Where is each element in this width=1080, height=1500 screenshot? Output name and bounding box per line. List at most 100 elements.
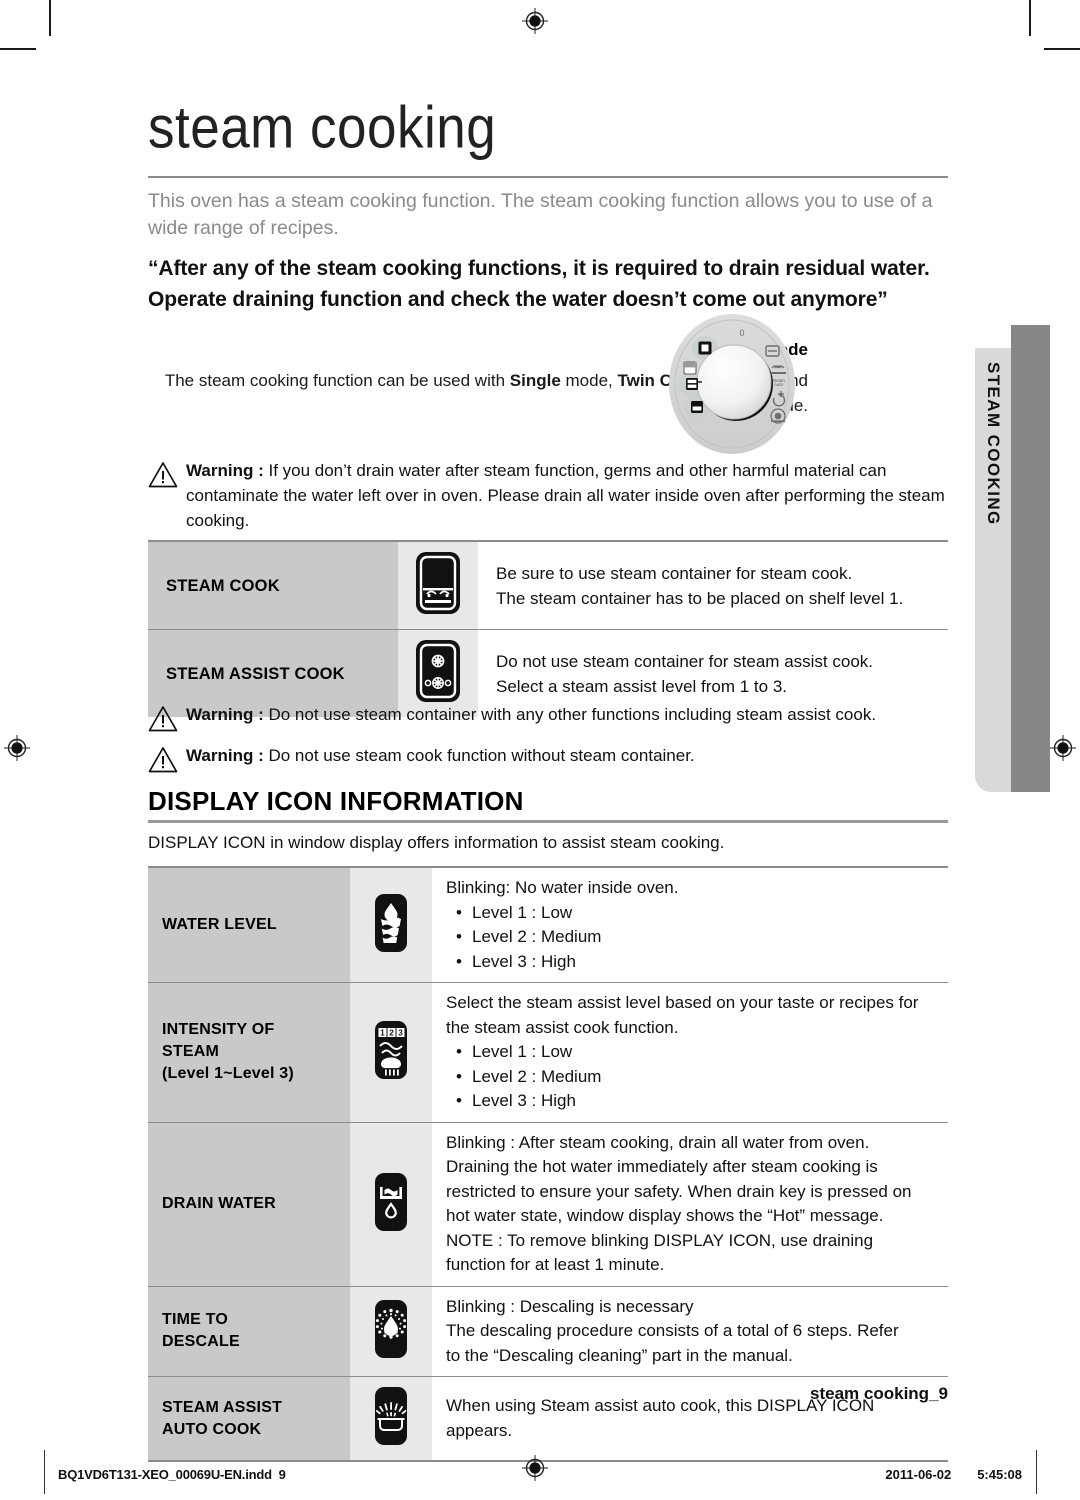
desc-line: the steam assist cook function. — [446, 1017, 679, 1037]
steam-assist-auto-cook-icon — [350, 1376, 432, 1461]
steam-function-table: STEAM COOK Be sure to use steam containe… — [148, 540, 948, 717]
warning-triangle-icon — [148, 461, 178, 493]
print-date: 2011-06-02 — [885, 1467, 952, 1482]
crop-mark-top-left — [49, 0, 51, 36]
row-desc-intensity-of-steam: Select the steam assist level based on y… — [432, 982, 948, 1122]
svg-text:1: 1 — [380, 1028, 385, 1037]
label-line: INTENSITY OF — [162, 1021, 275, 1039]
warning-body: Do not use steam container with any othe… — [263, 705, 877, 724]
print-time: 5:45:08 — [977, 1467, 1022, 1482]
row-label-steam-assist-auto-cook: STEAM ASSIST AUTO COOK — [148, 1376, 350, 1461]
bullet-dot: • — [456, 1042, 462, 1061]
desc-line: function for at least 1 minute. — [446, 1255, 665, 1274]
water-level-icon — [350, 867, 432, 983]
bullet-text: Level 1 : Low — [472, 1042, 573, 1061]
crop-mark-top-right — [1029, 0, 1031, 36]
warning-drain-water: Warning : If you don’t drain water after… — [148, 458, 960, 533]
page-footer-label: steam cooking_ — [810, 1384, 939, 1403]
desc-line: Select the steam assist level based on y… — [446, 993, 919, 1012]
warning-text: Warning : If you don’t drain water after… — [186, 458, 960, 533]
label-line: TIME TO — [162, 1311, 228, 1329]
warning-triangle-icon — [148, 746, 178, 778]
page-footer-number: 9 — [938, 1384, 948, 1403]
time-to-descale-icon — [350, 1286, 432, 1377]
table-row: STEAM COOK Be sure to use steam containe… — [148, 541, 948, 630]
print-footer-rule-left — [44, 1450, 46, 1494]
registration-mark-right — [1050, 735, 1076, 761]
desc-line: Blinking : After steam cooking, drain al… — [446, 1132, 870, 1152]
manual-page: STEAM COOKING steam cooking This oven ha… — [0, 0, 1080, 1500]
section-rule — [148, 820, 948, 823]
warning-label: Warning : — [186, 746, 264, 765]
side-tab: STEAM COOKING — [975, 348, 1011, 792]
drain-water-icon — [350, 1122, 432, 1286]
print-footer-rule-right — [1036, 1450, 1038, 1494]
desc-line: Do not use steam container for steam ass… — [496, 651, 874, 671]
title-rule — [148, 176, 948, 178]
desc-line: Select a steam assist level from 1 to 3. — [496, 676, 788, 696]
desc-line: Draining the hot water immediately after… — [446, 1157, 878, 1176]
print-file-page: 9 — [278, 1467, 286, 1482]
desc-line: appears. — [446, 1420, 513, 1440]
desc-line: NOTE : To remove blinking DISPLAY ICON, … — [446, 1230, 874, 1250]
display-icon-table: WATER LEVEL Blinking: No water inside ov… — [148, 866, 948, 1462]
table-row: INTENSITY OF STEAM (Level 1~Level 3) 1 2… — [148, 982, 948, 1122]
available-mode-bold-single: Single — [509, 371, 561, 390]
registration-mark-top — [522, 8, 548, 34]
desc-line: The steam container has to be placed on … — [496, 588, 904, 608]
steam-container-oven-icon — [398, 541, 478, 630]
row-label-intensity-of-steam: INTENSITY OF STEAM (Level 1~Level 3) — [148, 982, 350, 1122]
bullet-text: Level 3 : High — [472, 951, 576, 971]
label-line: AUTO COOK — [162, 1420, 262, 1438]
row-desc-time-to-descale: Blinking : Descaling is necessary The de… — [432, 1286, 948, 1377]
bullet-dot: • — [456, 1091, 462, 1110]
svg-text:3: 3 — [398, 1028, 403, 1037]
warning-label: Warning : — [186, 705, 264, 724]
bullet-dot: • — [456, 902, 462, 922]
registration-mark-left — [4, 735, 30, 761]
warning-triangle-icon — [148, 705, 178, 737]
available-mode-text-1: The steam cooking function can be used w… — [164, 371, 510, 390]
side-tab-label: STEAM COOKING — [984, 362, 1003, 526]
desc-line: restricted to ensure your safety. When d… — [446, 1181, 912, 1201]
desc-line: hot water state, window display shows th… — [446, 1206, 884, 1225]
crop-mark-left-top — [0, 48, 36, 50]
row-label-time-to-descale: TIME TO DESCALE — [148, 1286, 350, 1377]
intro-paragraph: This oven has a steam cooking function. … — [148, 190, 933, 239]
warning-body: If you don’t drain water after steam fun… — [186, 461, 945, 530]
bullet-item: • Level 3 : High — [446, 950, 948, 975]
svg-text:Auto: Auto — [774, 382, 784, 387]
bullet-text: Level 2 : Medium — [472, 1066, 602, 1086]
svg-text:2: 2 — [389, 1028, 394, 1037]
page-title: steam cooking — [148, 95, 497, 162]
row-desc-steam-cook: Be sure to use steam container for steam… — [478, 541, 948, 630]
registration-mark-bottom — [522, 1455, 548, 1481]
section-note: DISPLAY ICON in window display offers in… — [148, 833, 725, 852]
table-row: DRAIN WATER Blinking : After steam cooki… — [148, 1122, 948, 1286]
row-label-water-level: WATER LEVEL — [148, 867, 350, 983]
bullet-item: • Level 2 : Medium — [446, 925, 948, 950]
label-line: STEAM — [162, 1043, 219, 1061]
warning-text: Warning : Do not use steam container wit… — [186, 702, 876, 727]
label-line: WATER LEVEL — [162, 916, 277, 933]
bullet-dot: • — [456, 1066, 462, 1086]
print-timestamp: 2011-06-02 5:45:08 — [859, 1467, 1022, 1482]
crop-mark-right-top — [1044, 48, 1080, 50]
section-heading: DISPLAY ICON INFORMATION — [148, 786, 524, 816]
table-row: TIME TO DESCALE Blinking: Descaling is … — [148, 1286, 948, 1377]
print-file-name: BQ1VD6T131-XEO_00069U-EN.indd — [58, 1467, 272, 1482]
bullet-text: Level 1 : Low — [472, 902, 573, 922]
bullet-text: Level 2 : Medium — [472, 927, 602, 946]
label-line: (Level 1~Level 3) — [162, 1065, 294, 1083]
bullet-dot: • — [456, 951, 462, 971]
row-label-drain-water: DRAIN WATER — [148, 1122, 350, 1286]
available-mode-text-2: mode, — [560, 371, 618, 390]
table-row: WATER LEVEL Blinking: No water inside ov… — [148, 867, 948, 983]
bullet-item: • Level 1 : Low — [446, 901, 948, 926]
warning-text: Warning : Do not use steam cook function… — [186, 743, 695, 768]
warning-label: Warning : — [186, 461, 264, 480]
label-line: DESCALE — [162, 1333, 240, 1351]
label-line: STEAM ASSIST — [162, 1398, 283, 1416]
row-desc-water-level: Blinking: No water inside oven. • Level 1… — [432, 867, 948, 983]
desc-line: Blinking : Descaling is necessary — [446, 1296, 694, 1316]
